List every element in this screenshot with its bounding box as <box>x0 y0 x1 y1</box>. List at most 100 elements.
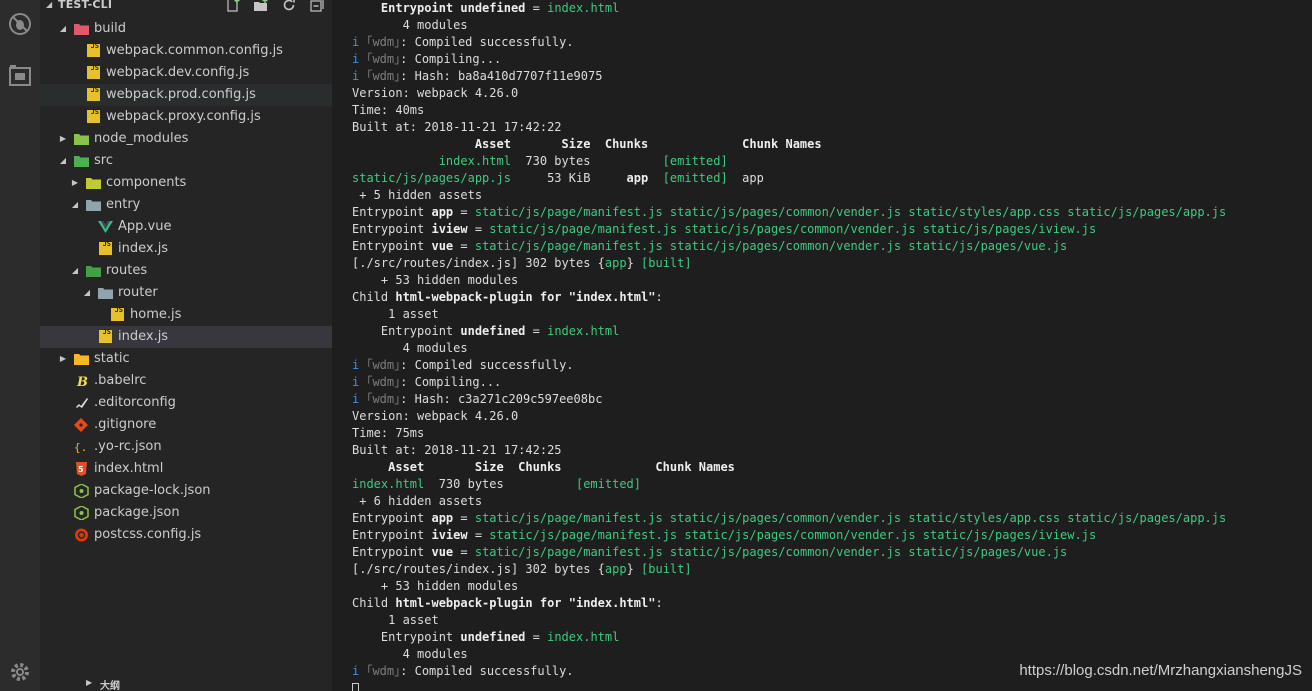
tree-item-node-modules[interactable]: ▶ node_modules <box>40 128 332 150</box>
editorconfig-icon <box>74 396 89 410</box>
tree-item-entry[interactable]: ◢ entry <box>40 194 332 216</box>
terminal-text: index.html <box>547 324 620 338</box>
terminal-text: iview <box>431 222 468 236</box>
terminal-text: static/js/page/manifest.js static/js/pag… <box>489 222 1097 236</box>
collapse-all-icon[interactable] <box>308 0 326 13</box>
terminal-line: 1 asset <box>352 306 1312 323</box>
terminal-line: Time: 40ms <box>352 102 1312 119</box>
chevron-right-icon[interactable]: ▶ <box>70 172 80 194</box>
folder-components-icon <box>86 176 101 190</box>
tree-item-webpack-common-config-js[interactable]: JS webpack.common.config.js <box>40 40 332 62</box>
terminal-text: static/js/pages/app.js <box>352 171 511 185</box>
refresh-icon[interactable] <box>280 0 298 13</box>
chevron-down-icon[interactable]: ◢ <box>58 150 68 172</box>
tree-item-label: webpack.common.config.js <box>106 43 283 58</box>
chevron-down-icon[interactable]: ◢ <box>82 282 92 304</box>
tree-item-label: webpack.dev.config.js <box>106 65 250 80</box>
tree-item-babelrc[interactable]: B .babelrc <box>40 370 332 392</box>
postcss-icon <box>74 528 89 542</box>
terminal-text: Entrypoint <box>352 511 432 525</box>
terminal-text: : Compiling... <box>400 52 502 66</box>
tree-item-label: router <box>118 285 158 300</box>
folder-src-icon <box>74 154 89 168</box>
tree-item-index-js[interactable]: JS index.js <box>40 326 332 348</box>
terminal-text: iview <box>431 528 468 542</box>
chevron-down-icon[interactable]: ◢ <box>70 194 80 216</box>
terminal-text: 4 modules <box>352 341 468 355</box>
settings-gear-icon[interactable] <box>4 656 36 688</box>
tree-item-index-html[interactable]: 5 index.html <box>40 458 332 480</box>
js-file-icon: JS <box>111 306 124 321</box>
terminal-line: Entrypoint undefined = index.html <box>352 629 1312 646</box>
terminal-line: Entrypoint iview = static/js/page/manife… <box>352 527 1312 544</box>
outline-section[interactable]: ▶ 大纲 <box>80 678 332 691</box>
tree-item-gitignore[interactable]: .gitignore <box>40 414 332 436</box>
terminal-line: + 5 hidden assets <box>352 187 1312 204</box>
new-file-icon[interactable] <box>224 0 242 13</box>
tree-item-package-json[interactable]: package.json <box>40 502 332 524</box>
tree-item-routes[interactable]: ◢ routes <box>40 260 332 282</box>
terminal-line: + 53 hidden modules <box>352 578 1312 595</box>
terminal-line: [./src/routes/index.js] 302 bytes {app} … <box>352 255 1312 272</box>
terminal-line: Entrypoint undefined = index.html <box>352 0 1312 17</box>
tree-item-label: entry <box>106 197 141 212</box>
tree-item-static[interactable]: ▶ static <box>40 348 332 370</box>
chevron-down-icon[interactable]: ◢ <box>70 260 80 282</box>
terminal-text: ｢wdm｣ <box>366 375 401 389</box>
terminal-text: app <box>626 171 649 185</box>
terminal-text: Entrypoint <box>352 205 432 219</box>
terminal-text: ｢wdm｣ <box>366 664 401 678</box>
new-folder-icon[interactable] <box>252 0 270 13</box>
tree-item-yo-rc-json[interactable]: {..} .yo-rc.json <box>40 436 332 458</box>
tree-item-webpack-proxy-config-js[interactable]: JS webpack.proxy.config.js <box>40 106 332 128</box>
terminal-line: Built at: 2018-11-21 17:42:22 <box>352 119 1312 136</box>
terminal-cursor-line[interactable] <box>352 680 1312 691</box>
tree-item-src[interactable]: ◢ src <box>40 150 332 172</box>
explorer-header[interactable]: ◢ TEST-CLI <box>40 0 332 14</box>
tree-item-label: static <box>94 351 130 366</box>
terminal-text: i <box>352 375 367 389</box>
terminal-line: index.html 730 bytes [emitted] <box>352 476 1312 493</box>
tree-item-build[interactable]: ◢ build <box>40 18 332 40</box>
chevron-down-icon[interactable]: ◢ <box>58 18 68 40</box>
terminal-text: = <box>453 239 475 253</box>
terminal-text: = <box>453 545 475 559</box>
tree-item-webpack-prod-config-js[interactable]: JS webpack.prod.config.js <box>40 84 332 106</box>
terminal-text: : Compiled successfully. <box>400 358 574 372</box>
tree-item-components[interactable]: ▶ components <box>40 172 332 194</box>
chevron-right-icon[interactable]: ▶ <box>58 128 68 150</box>
terminal-text: = <box>525 1 548 15</box>
tree-item-package-lock-json[interactable]: package-lock.json <box>40 480 332 502</box>
extensions-icon[interactable] <box>4 60 36 92</box>
terminal-text: : Compiled successfully. <box>400 664 574 678</box>
tree-item-app-vue[interactable]: App.vue <box>40 216 332 238</box>
terminal-line: i ｢wdm｣: Compiling... <box>352 374 1312 391</box>
tree-item-postcss-config-js[interactable]: postcss.config.js <box>40 524 332 546</box>
tree-item-editorconfig[interactable]: .editorconfig <box>40 392 332 414</box>
folder-static-icon <box>74 352 89 366</box>
tree-item-router[interactable]: ◢ router <box>40 282 332 304</box>
terminal-text: static/js/page/manifest.js static/js/pag… <box>474 511 1227 525</box>
vue-icon <box>98 220 113 234</box>
folder-icon <box>86 198 101 212</box>
tree-item-index-js[interactable]: JS index.js <box>40 238 332 260</box>
tree-item-webpack-dev-config-js[interactable]: JS webpack.dev.config.js <box>40 62 332 84</box>
debug-icon[interactable] <box>4 8 36 40</box>
terminal-panel[interactable]: Entrypoint undefined = index.html 4 modu… <box>332 0 1312 691</box>
terminal-text: ｢wdm｣ <box>366 358 401 372</box>
terminal-text: app <box>431 205 454 219</box>
tree-item-label: components <box>106 175 187 190</box>
js-file-icon: JS <box>87 42 100 57</box>
terminal-line: Version: webpack 4.26.0 <box>352 85 1312 102</box>
terminal-text: 4 modules <box>352 647 468 661</box>
terminal-text: Version: webpack 4.26.0 <box>352 86 519 100</box>
terminal-text: 730 bytes <box>424 477 576 491</box>
tree-item-home-js[interactable]: JS home.js <box>40 304 332 326</box>
chevron-right-icon[interactable]: ▶ <box>58 348 68 370</box>
terminal-text: static/js/page/manifest.js static/js/pag… <box>489 528 1097 542</box>
terminal-text: [./src/routes/index.js] 302 bytes { <box>352 256 605 270</box>
terminal-line: i ｢wdm｣: Compiling... <box>352 51 1312 68</box>
chevron-down-icon[interactable]: ◢ <box>46 0 52 9</box>
tree-item-label: .gitignore <box>94 417 157 432</box>
